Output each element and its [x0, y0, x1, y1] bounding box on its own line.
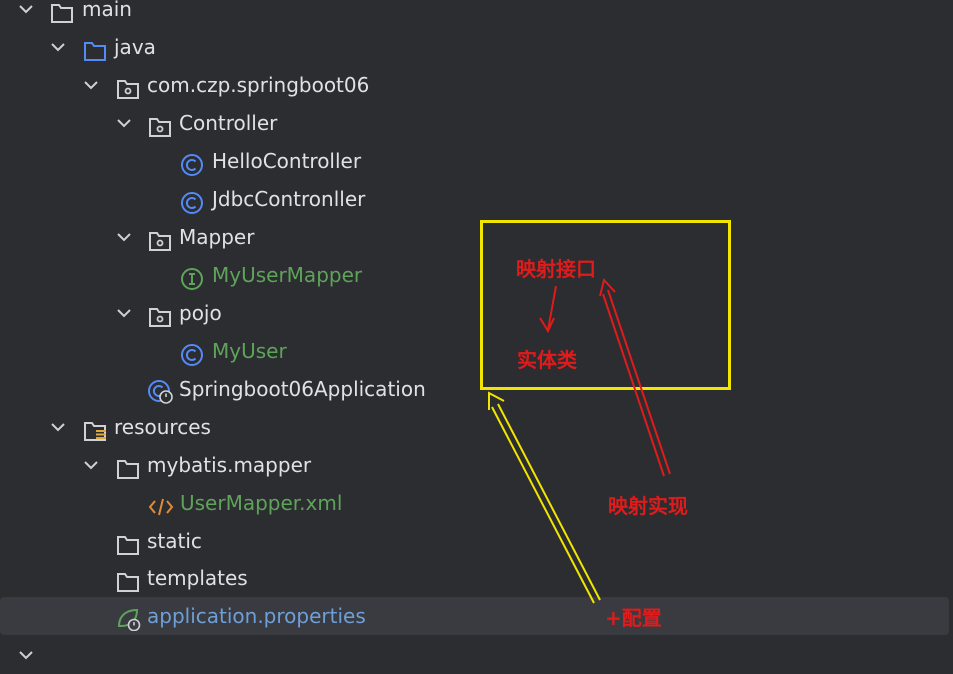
class-icon — [181, 188, 205, 214]
tree-label: Controller — [179, 111, 278, 135]
tree-label: Mapper — [179, 225, 255, 249]
tree-label: UserMapper.xml — [180, 491, 343, 515]
annotation-entity-class: 实体类 — [517, 348, 577, 372]
tree-label: application.properties — [147, 604, 366, 628]
tree-label: resources — [114, 415, 211, 439]
tree-node-resources[interactable]: resources — [0, 408, 953, 446]
package-icon — [148, 112, 172, 137]
annotation-plus-config: +配置 — [605, 606, 662, 630]
tree-label: templates — [147, 566, 248, 590]
tree-node-main[interactable]: main — [0, 0, 953, 28]
folder-icon — [116, 454, 140, 479]
chevron-down-icon[interactable] — [83, 446, 101, 484]
annotation-mapping-interface: 映射接口 — [516, 257, 596, 281]
chevron-down-icon[interactable] — [116, 104, 134, 142]
chevron-down-icon[interactable] — [50, 28, 68, 66]
tree-label: com.czp.springboot06 — [147, 73, 370, 97]
tree-label: HelloController — [212, 149, 362, 173]
chevron-down-icon[interactable] — [50, 408, 68, 446]
tree-node-controller[interactable]: Controller — [0, 104, 953, 142]
package-icon — [148, 226, 172, 251]
chevron-down-icon[interactable] — [83, 66, 101, 104]
tree-node-mybatis-mapper[interactable]: mybatis.mapper — [0, 446, 953, 484]
class-icon — [181, 340, 205, 366]
tree-label: main — [82, 0, 132, 21]
tree-label: java — [114, 35, 156, 59]
spring-leaf-icon — [116, 605, 141, 632]
tree-label: MyUser — [212, 339, 287, 363]
tree-node-user-mapper-xml[interactable]: UserMapper.xml — [0, 484, 953, 522]
tree-node-application-class[interactable]: Springboot06Application — [0, 370, 953, 408]
tree-node-pojo[interactable]: pojo — [0, 294, 953, 332]
tree-node-hello-controller[interactable]: HelloController — [0, 142, 953, 180]
folder-icon — [50, 0, 74, 23]
tree-node-application-properties[interactable]: application.properties — [0, 597, 949, 635]
tree-node-static[interactable]: static — [0, 522, 953, 560]
xml-file-icon — [148, 492, 174, 516]
chevron-down-icon[interactable] — [18, 0, 36, 28]
tree-label: pojo — [179, 301, 222, 325]
folder-icon — [116, 530, 140, 555]
chevron-down-icon[interactable] — [18, 636, 36, 674]
tree-node-java[interactable]: java — [0, 28, 953, 66]
chevron-down-icon[interactable] — [116, 294, 134, 332]
tree-node-next[interactable] — [0, 636, 953, 674]
interface-icon — [181, 264, 205, 290]
tree-label: mybatis.mapper — [147, 453, 312, 477]
tree-node-templates[interactable]: templates — [0, 559, 953, 597]
tree-label: MyUserMapper — [212, 263, 363, 287]
project-tree: main java com.czp.springboot06 Controlle… — [0, 0, 953, 660]
tree-node-package[interactable]: com.czp.springboot06 — [0, 66, 953, 104]
tree-label: static — [147, 529, 202, 553]
annotation-mapping-impl: 映射实现 — [608, 494, 688, 518]
tree-node-my-user-mapper[interactable]: MyUserMapper — [0, 256, 953, 294]
tree-label: Springboot06Application — [179, 377, 426, 401]
tree-node-mapper[interactable]: Mapper — [0, 218, 953, 256]
chevron-down-icon[interactable] — [116, 218, 134, 256]
package-icon — [116, 74, 140, 99]
tree-node-my-user[interactable]: MyUser — [0, 332, 953, 370]
tree-label: JdbcContronller — [212, 187, 366, 211]
folder-icon — [116, 567, 140, 592]
resources-folder-icon — [83, 416, 107, 441]
source-folder-icon — [83, 36, 107, 61]
package-icon — [148, 302, 172, 327]
spring-boot-class-icon — [148, 378, 173, 404]
class-icon — [181, 150, 205, 176]
tree-node-jdbc-controller[interactable]: JdbcContronller — [0, 180, 953, 218]
